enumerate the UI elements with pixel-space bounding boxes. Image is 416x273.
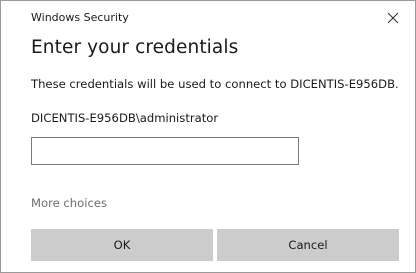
ok-button[interactable]: OK — [31, 229, 213, 261]
credentials-dialog: Windows Security Enter your credentials … — [0, 0, 416, 273]
more-choices-link[interactable]: More choices — [31, 196, 107, 210]
close-button[interactable] — [381, 6, 405, 30]
username-label: DICENTIS-E956DB\administrator — [31, 111, 219, 125]
window-title: Windows Security — [31, 11, 129, 24]
close-icon — [387, 12, 399, 24]
dialog-description: These credentials will be used to connec… — [31, 77, 399, 91]
cancel-button[interactable]: Cancel — [217, 229, 399, 261]
password-input[interactable] — [31, 137, 299, 165]
title-bar: Windows Security — [1, 1, 415, 33]
dialog-heading: Enter your credentials — [31, 37, 239, 58]
